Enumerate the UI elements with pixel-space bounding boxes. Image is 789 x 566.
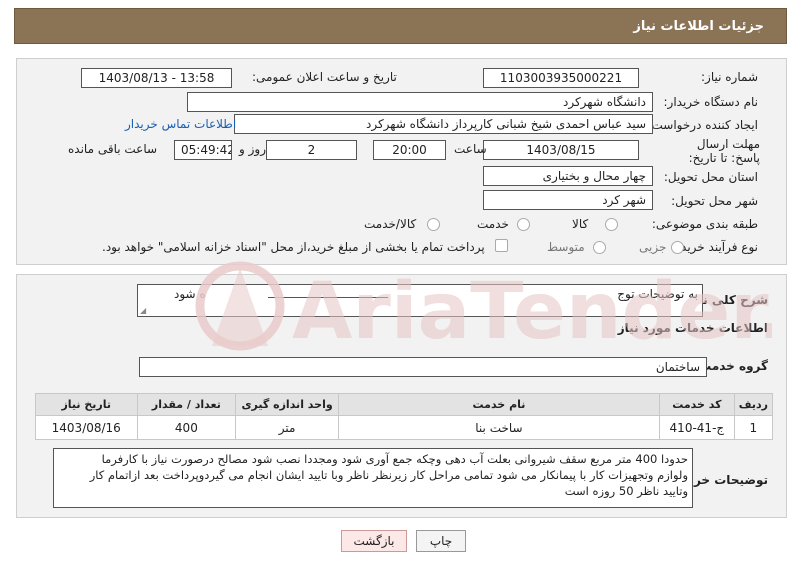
requester-field: سید عباس احمدی شیخ شبانی کارپرداز دانشگا… bbox=[234, 114, 653, 134]
table-header-row: تاریخ نیاز تعداد / مقدار واحد اندازه گیر… bbox=[35, 393, 774, 416]
requester-label: ایجاد کننده درخواست: bbox=[647, 118, 758, 132]
city-field: شهر کرد bbox=[483, 190, 653, 210]
payment-note: پرداخت تمام یا بخشی از مبلغ خرید،از محل … bbox=[102, 240, 485, 254]
process-radio-medium[interactable] bbox=[593, 241, 606, 254]
summary-underline bbox=[268, 297, 388, 298]
days-field: 2 bbox=[266, 140, 357, 160]
need-number-label: شماره نیاز: bbox=[701, 70, 758, 84]
buyer-notes-line-3: وتایید ناظر 50 روزه است bbox=[564, 484, 688, 498]
process-option-minor: جزیی bbox=[639, 240, 667, 254]
province-label: استان محل تحویل: bbox=[663, 170, 758, 184]
page-header: جزئیات اطلاعات نیاز bbox=[14, 8, 787, 44]
process-radio-minor[interactable] bbox=[671, 241, 684, 254]
services-table: تاریخ نیاز تعداد / مقدار واحد اندازه گیر… bbox=[35, 393, 774, 440]
col-row: ردیف bbox=[733, 393, 774, 416]
cell-code: ج-41-410 bbox=[658, 415, 735, 440]
treasury-checkbox[interactable] bbox=[495, 239, 508, 252]
col-date: تاریخ نیاز bbox=[35, 393, 138, 416]
buyer-notes-field: حدودا 400 متر مربع سقف شیروانی بعلت آب د… bbox=[53, 448, 693, 508]
announce-label: تاریخ و ساعت اعلان عمومی: bbox=[252, 70, 397, 84]
category-label: طبقه بندی موضوعی: bbox=[651, 217, 758, 231]
process-label: نوع فرآیند خرید : bbox=[673, 240, 758, 254]
category-radio-service[interactable] bbox=[517, 218, 530, 231]
summary-text-right: به توضیحات توج bbox=[617, 287, 698, 301]
deadline-date-field: 1403/08/15 bbox=[483, 140, 639, 160]
category-radio-goods-service[interactable] bbox=[427, 218, 440, 231]
resize-handle-icon[interactable]: ◢ bbox=[140, 306, 146, 315]
days-label: روز و bbox=[239, 142, 266, 156]
page-title: جزئیات اطلاعات نیاز bbox=[633, 18, 764, 34]
cell-name: ساخت بنا bbox=[337, 415, 660, 440]
need-details-panel: شماره نیاز: 1103003935000221 تاریخ و ساع… bbox=[16, 58, 787, 265]
buyer-org-label: نام دستگاه خریدار: bbox=[663, 95, 759, 109]
summary-field: به توضیحات توج ه شود ◢ bbox=[137, 284, 703, 317]
remaining-label: ساعت باقی مانده bbox=[68, 142, 158, 156]
cell-date: 1403/08/16 bbox=[35, 415, 138, 440]
announce-field: 1403/08/13 - 13:58 bbox=[81, 68, 232, 88]
col-code: کد خدمت bbox=[658, 393, 735, 416]
category-radio-goods[interactable] bbox=[605, 218, 618, 231]
buyer-notes-line-1: حدودا 400 متر مربع سقف شیروانی بعلت آب د… bbox=[101, 452, 688, 466]
service-group-field: ساختمان bbox=[139, 357, 707, 377]
col-name: نام خدمت bbox=[337, 393, 660, 416]
category-option-service: خدمت bbox=[477, 217, 509, 231]
col-qty: تعداد / مقدار bbox=[136, 393, 237, 416]
time-label: ساعت bbox=[454, 142, 487, 156]
summary-text-left: ه شود bbox=[174, 287, 206, 301]
cell-unit: متر bbox=[235, 415, 339, 440]
print-button[interactable]: چاپ bbox=[416, 530, 466, 552]
province-field: چهار محال و بختیاری bbox=[483, 166, 653, 186]
col-unit: واحد اندازه گیری bbox=[235, 393, 339, 416]
services-section-title: اطلاعات خدمات مورد نیاز bbox=[617, 321, 768, 335]
back-button[interactable]: بازگشت bbox=[341, 530, 407, 552]
buyer-org-field: دانشگاه شهرکرد bbox=[187, 92, 653, 112]
cell-qty: 400 bbox=[136, 415, 237, 440]
category-option-goods: کالا bbox=[572, 217, 589, 231]
category-option-goods-service: کالا/خدمت bbox=[364, 217, 417, 231]
services-panel: شرح کلی نیاز: به توضیحات توج ه شود ◢ اطل… bbox=[16, 274, 787, 518]
cell-row: 1 bbox=[733, 415, 774, 440]
city-label: شهر محل تحویل: bbox=[671, 194, 758, 208]
deadline-label: مهلت ارسال پاسخ: تا تاریخ: bbox=[688, 137, 760, 165]
remaining-time-field: 05:49:42 bbox=[174, 140, 232, 160]
table-row: 1403/08/16 400 متر ساخت بنا ج-41-410 1 bbox=[35, 415, 774, 440]
buyer-contact-link[interactable]: اطلاعات تماس خریدار bbox=[125, 117, 236, 131]
deadline-time-field: 20:00 bbox=[373, 140, 446, 160]
buyer-notes-line-2: ولوازم وتجهیزات کار با پیمانکار می شود ت… bbox=[89, 468, 688, 482]
process-option-medium: متوسط bbox=[547, 240, 585, 254]
need-number-field: 1103003935000221 bbox=[483, 68, 639, 88]
